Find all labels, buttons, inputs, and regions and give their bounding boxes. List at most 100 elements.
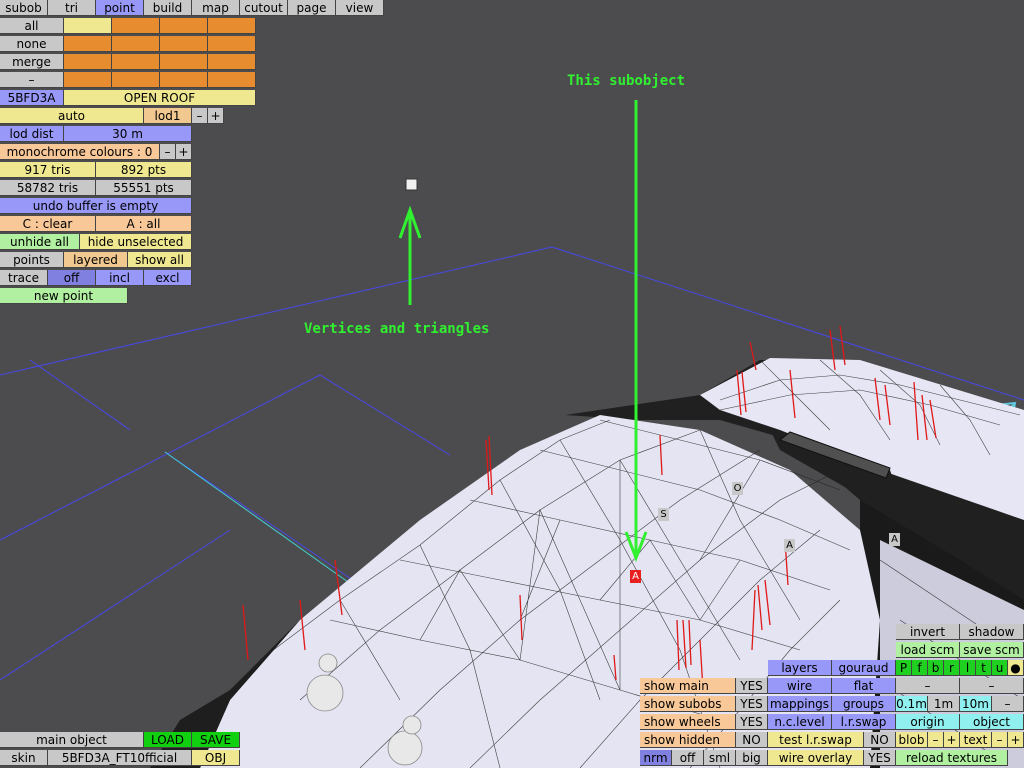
new-point-button[interactable]: new point	[0, 288, 128, 304]
blob-plus-button[interactable]: +	[944, 732, 960, 748]
selected-subobject-label[interactable]: A	[630, 570, 641, 583]
subobject-name[interactable]: OPEN ROOF	[64, 90, 256, 106]
trace-incl-button[interactable]: incl	[96, 270, 144, 286]
color-swatch[interactable]	[208, 54, 256, 70]
nrm-button[interactable]: nrm	[640, 750, 672, 766]
hide-unselected-button[interactable]: hide unselected	[80, 234, 192, 250]
nc-level-button[interactable]: n.c.level	[768, 714, 832, 730]
undo-status[interactable]: undo buffer is empty	[0, 198, 192, 214]
monochrome-colours[interactable]: monochrome colours : 0	[0, 144, 160, 160]
color-swatch[interactable]	[208, 18, 256, 34]
shadow-button[interactable]: shadow	[960, 624, 1024, 640]
unhide-all-button[interactable]: unhide all	[0, 234, 80, 250]
show-hidden-toggle[interactable]: show hidden	[640, 732, 736, 748]
grid-minus-button[interactable]: –	[992, 696, 1024, 712]
show-subobs-value[interactable]: YES	[736, 696, 768, 712]
mono-minus-button[interactable]: –	[160, 144, 176, 160]
skin-label[interactable]: skin	[0, 750, 48, 766]
show-subobs-toggle[interactable]: show subobs	[640, 696, 736, 712]
select-all-button[interactable]: all	[0, 18, 64, 34]
points-button[interactable]: points	[0, 252, 64, 268]
flat-button[interactable]: flat	[832, 678, 896, 694]
color-swatch[interactable]	[112, 54, 160, 70]
auto-button[interactable]: auto	[0, 108, 144, 124]
color-swatch[interactable]	[160, 36, 208, 52]
show-main-toggle[interactable]: show main	[640, 678, 736, 694]
view-mode-u[interactable]: u	[992, 660, 1008, 676]
save-button[interactable]: SAVE	[192, 732, 240, 748]
dot-toggle[interactable]: ●	[1008, 660, 1024, 676]
gouraud-button[interactable]: gouraud	[832, 660, 896, 676]
normals-big-button[interactable]: big	[736, 750, 768, 766]
view-mode-t[interactable]: t	[976, 660, 992, 676]
mappings-button[interactable]: mappings	[768, 696, 832, 712]
skin-name[interactable]: 5BFD3A_FT10fficial	[48, 750, 192, 766]
view-mode-P[interactable]: P	[896, 660, 912, 676]
blob-button[interactable]: blob	[896, 732, 928, 748]
normals-small-button[interactable]: sml	[704, 750, 736, 766]
main-object-button[interactable]: main object	[0, 732, 144, 748]
load-scm-button[interactable]: load scm	[896, 642, 960, 658]
menu-tab-page[interactable]: page	[288, 0, 336, 16]
menu-tab-cutout[interactable]: cutout	[240, 0, 288, 16]
color-swatch[interactable]	[208, 36, 256, 52]
blob-minus-button[interactable]: –	[928, 732, 944, 748]
color-swatch[interactable]	[64, 72, 112, 88]
layered-button[interactable]: layered	[64, 252, 128, 268]
color-swatch[interactable]	[112, 18, 160, 34]
menu-tab-map[interactable]: map	[192, 0, 240, 16]
view-mode-r[interactable]: r	[944, 660, 960, 676]
trace-off-button[interactable]: off	[48, 270, 96, 286]
color-swatch[interactable]	[208, 72, 256, 88]
wire-overlay-button[interactable]: wire overlay	[768, 750, 864, 766]
lod-dist-label[interactable]: lod dist	[0, 126, 64, 142]
color-swatch[interactable]	[112, 36, 160, 52]
obj-button[interactable]: OBJ	[192, 750, 240, 766]
grid-0.1m-button[interactable]: 0.1m	[896, 696, 928, 712]
color-swatch[interactable]	[160, 18, 208, 34]
clear-button[interactable]: C : clear	[0, 216, 96, 232]
dash-button-1[interactable]: –	[896, 678, 960, 694]
trace-button[interactable]: trace	[0, 270, 48, 286]
show-all-button[interactable]: show all	[128, 252, 192, 268]
lod-plus-button[interactable]: +	[208, 108, 224, 124]
normals-off-button[interactable]: off	[672, 750, 704, 766]
test-lr-swap-button[interactable]: test l.r.swap	[768, 732, 864, 748]
invert-button[interactable]: invert	[896, 624, 960, 640]
lod-button[interactable]: lod1	[144, 108, 192, 124]
select-all-key-button[interactable]: A : all	[96, 216, 192, 232]
color-swatch[interactable]	[112, 72, 160, 88]
show-hidden-value[interactable]: NO	[736, 732, 768, 748]
menu-tab-build[interactable]: build	[144, 0, 192, 16]
dash-button-2[interactable]: –	[960, 678, 1024, 694]
mono-plus-button[interactable]: +	[176, 144, 192, 160]
show-main-value[interactable]: YES	[736, 678, 768, 694]
menu-tab-view[interactable]: view	[336, 0, 384, 16]
color-swatch[interactable]	[64, 54, 112, 70]
menu-tab-point[interactable]: point	[96, 0, 144, 16]
vertex-marker[interactable]	[405, 178, 418, 191]
view-mode-b[interactable]: b	[928, 660, 944, 676]
groups-button[interactable]: groups	[832, 696, 896, 712]
color-swatch[interactable]	[64, 18, 112, 34]
dash-button[interactable]: –	[0, 72, 64, 88]
reload-textures-button[interactable]: reload textures	[896, 750, 1008, 766]
load-button[interactable]: LOAD	[144, 732, 192, 748]
lr-swap-button[interactable]: l.r.swap	[832, 714, 896, 730]
view-mode-f[interactable]: f	[912, 660, 928, 676]
show-wheels-toggle[interactable]: show wheels	[640, 714, 736, 730]
text-minus-button[interactable]: –	[992, 732, 1008, 748]
menu-tab-tri[interactable]: tri	[48, 0, 96, 16]
test-lr-swap-value[interactable]: NO	[864, 732, 896, 748]
layers-button[interactable]: layers	[768, 660, 832, 676]
merge-button[interactable]: merge	[0, 54, 64, 70]
select-none-button[interactable]: none	[0, 36, 64, 52]
lod-dist-value[interactable]: 30 m	[64, 126, 192, 142]
wire-button[interactable]: wire	[768, 678, 832, 694]
grid-1m-button[interactable]: 1m	[928, 696, 960, 712]
subobject-id[interactable]: 5BFD3A	[0, 90, 64, 106]
color-swatch[interactable]	[64, 36, 112, 52]
grid-10m-button[interactable]: 10m	[960, 696, 992, 712]
origin-button[interactable]: origin	[896, 714, 960, 730]
view-mode-l[interactable]: l	[960, 660, 976, 676]
